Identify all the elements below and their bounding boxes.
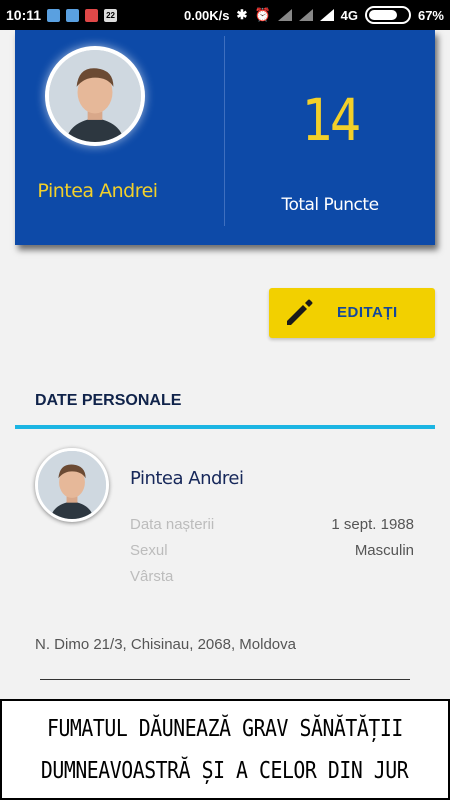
avatar-small [35, 448, 109, 522]
age-label: Vârsta [130, 568, 174, 585]
warning-line-2: DUMNEAVOASTRĂ ȘI A CELOR DIN JUR [41, 757, 409, 784]
divider [40, 679, 410, 680]
person-name: Pintea Andrei [130, 468, 244, 489]
network-type: 4G [340, 7, 358, 23]
signal-icon [298, 9, 313, 21]
avatar-photo [49, 50, 141, 142]
birthdate-label: Data nașterii [130, 516, 215, 533]
gender-label: Sexul [130, 542, 168, 559]
pencil-icon [287, 299, 313, 325]
mail-icon [85, 8, 99, 22]
bluetooth-icon: ✱ [236, 7, 248, 22]
battery-level: 67% [417, 7, 444, 23]
alarm-icon: ⏰ [254, 7, 271, 22]
warning-line-1: FUMATUL DĂUNEAZĂ GRAV SĂNĂTĂȚII [47, 715, 403, 742]
app-notification-icon [66, 8, 80, 22]
status-bar: 10:11 22 0.00K/s ✱ ⏰ 4G 67% [0, 0, 450, 30]
avatar-photo [38, 451, 106, 519]
birthdate-value: 1 sept. 1988 [331, 516, 414, 533]
status-time: 10:11 [6, 7, 42, 23]
avatar[interactable] [45, 46, 145, 146]
edit-button-label: EDITAȚI [337, 304, 398, 321]
calendar-icon: 22 [104, 8, 118, 22]
total-points-value: 14 [302, 86, 361, 154]
profile-header-card: Pintea Andrei 14 Total Puncte [15, 30, 435, 245]
gender-value: Masculin [354, 542, 414, 559]
edit-button[interactable]: EDITAȚI [269, 288, 435, 338]
network-speed: 0.00K/s [183, 7, 230, 23]
section-title: DATE PERSONALE [35, 392, 182, 409]
signal-icon [277, 9, 292, 21]
header-divider [224, 36, 225, 226]
battery-icon [364, 6, 411, 24]
section-divider [15, 425, 435, 429]
profile-name: Pintea Andrei [37, 180, 158, 202]
signal-icon [319, 9, 334, 21]
app-notification-icon [47, 8, 61, 22]
health-warning-banner: FUMATUL DĂUNEAZĂ GRAV SĂNĂTĂȚII DUMNEAVO… [0, 699, 450, 800]
total-points-label: Total Puncte [281, 195, 379, 215]
address: N. Dimo 21/3, Chisinau, 2068, Moldova [35, 636, 296, 653]
